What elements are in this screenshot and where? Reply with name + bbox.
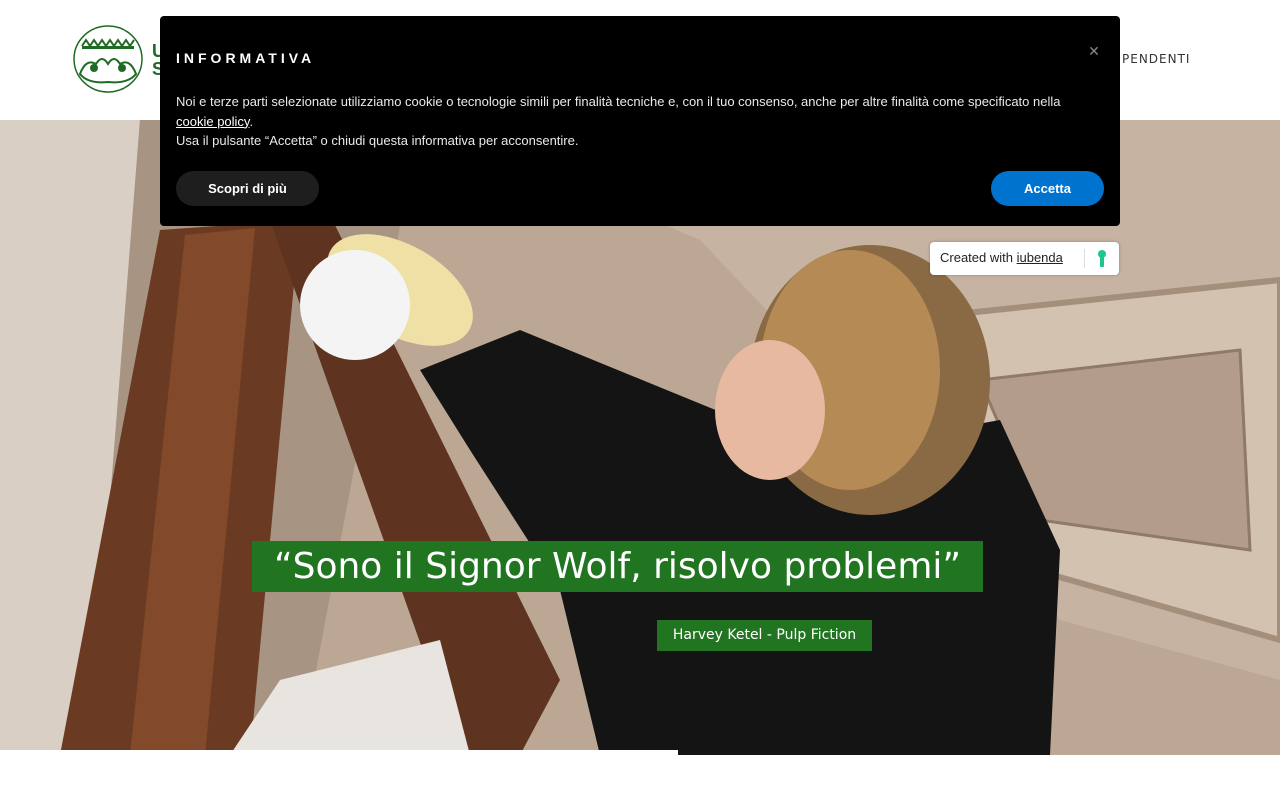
cookie-text-part-3: Usa il pulsante “Accetta” o chiudi quest… [176, 133, 579, 148]
iubenda-badge[interactable]: Created with iubenda [930, 242, 1119, 275]
cookie-policy-link[interactable]: cookie policy [176, 114, 249, 129]
iubenda-keyhole-icon [1098, 250, 1106, 267]
cookie-text: Noi e terze parti selezionate utilizziam… [176, 92, 1076, 151]
cookie-text-part-2: . [249, 113, 254, 129]
close-icon[interactable]: ✕ [1084, 41, 1104, 61]
cookie-title: INFORMATIVA [176, 50, 316, 66]
hero-quote: “Sono il Signor Wolf, risolvo problemi” [252, 541, 983, 592]
cookie-banner: INFORMATIVA ✕ Noi e terze parti selezion… [160, 16, 1120, 226]
nav-item-dipendenti[interactable]: PENDENTI [1122, 52, 1190, 66]
iubenda-prefix: Created with [940, 250, 1017, 265]
iubenda-separator [1084, 249, 1085, 268]
iubenda-link[interactable]: iubenda [1017, 250, 1063, 265]
learn-more-button[interactable]: Scopri di più [176, 171, 319, 206]
hero-quote-author: Harvey Ketel - Pulp Fiction [657, 620, 872, 651]
cookie-text-part-1: Noi e terze parti selezionate utilizziam… [176, 94, 1061, 109]
accept-button[interactable]: Accetta [991, 171, 1104, 206]
iubenda-badge-text: Created with iubenda [940, 250, 1063, 265]
hero-divider [0, 750, 678, 755]
crest-logo-icon[interactable] [72, 24, 144, 94]
